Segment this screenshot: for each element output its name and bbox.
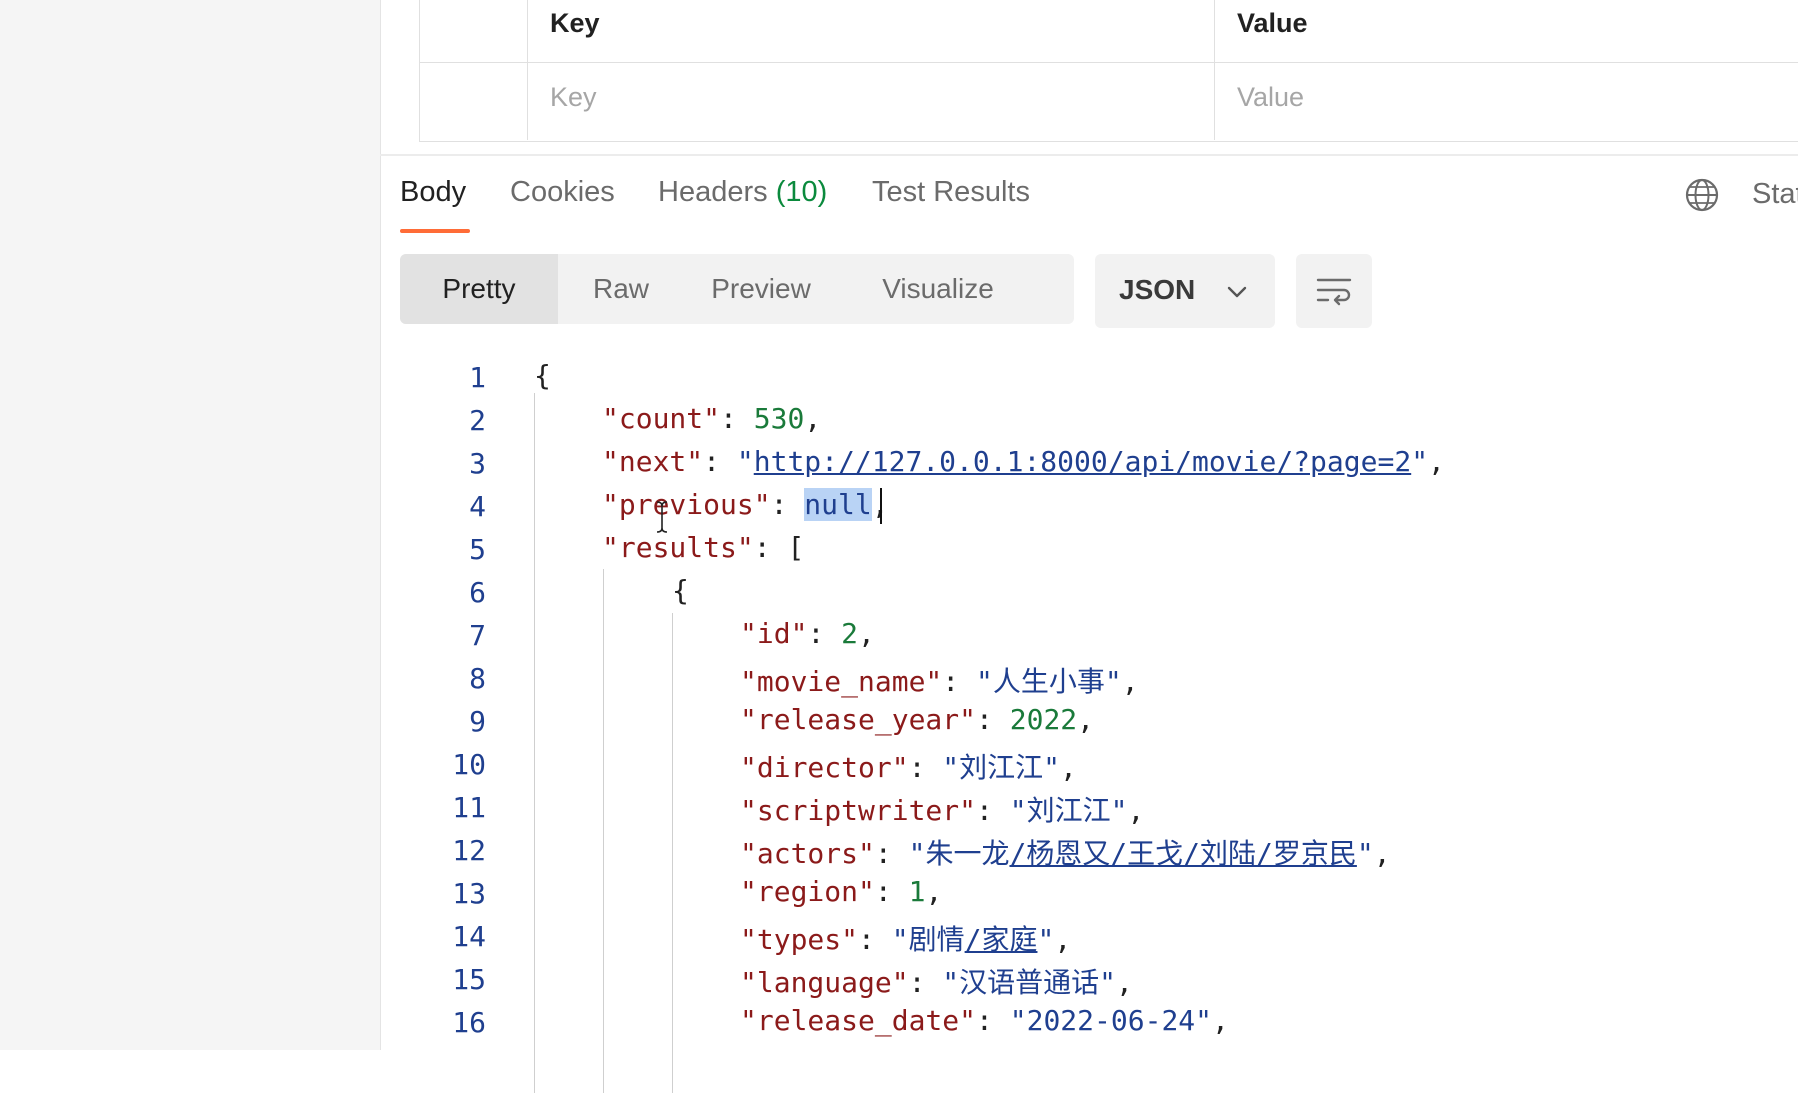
line-number: 15 [452,963,486,996]
code-text: "scriptwriter": "刘江江", [740,794,1145,827]
code-line: 1 { [380,355,1798,398]
line-number: 11 [452,791,486,824]
code-line: 15 "language": "汉语普通话", [380,957,1798,1000]
tab-headers[interactable]: Headers (10) [658,176,827,209]
wrap-lines-button[interactable] [1296,254,1372,328]
wrap-lines-icon [1316,278,1352,306]
value-header-label: Value [1237,8,1308,38]
line-number: 4 [469,490,486,523]
code-line: 3 "next": "http://127.0.0.1:8000/api/mov… [380,441,1798,484]
params-value-column-header: Value [1215,0,1798,62]
code-text: "region": 1, [740,875,943,908]
line-number: 14 [452,920,486,953]
code-text: "previous": null, [602,488,889,521]
code-text: "language": "汉语普通话", [740,966,1133,999]
selected-text: null [804,488,872,521]
left-panel [0,0,381,1050]
line-number: 2 [469,404,486,437]
code-line: 9 "release_year": 2022, [380,699,1798,742]
view-mode-raw[interactable]: Raw [558,254,684,324]
params-input-row: Key Value [420,62,1798,140]
section-divider [380,154,1798,156]
tab-cookies[interactable]: Cookies [510,176,615,209]
line-number: 12 [452,834,486,867]
key-input[interactable]: Key [528,62,1215,140]
value-input-placeholder: Value [1237,82,1305,112]
code-line: 8 "movie_name": "人生小事", [380,656,1798,699]
tab-test-results[interactable]: Test Results [872,176,1030,209]
line-number: 3 [469,447,486,480]
key-header-label: Key [550,8,600,38]
params-key-column-header: Key [528,0,1215,62]
line-number: 16 [452,1006,486,1039]
status-label: Stat [1752,178,1798,210]
line-number: 13 [452,877,486,910]
params-row-checkbox-cell [420,62,528,140]
text-caret [880,488,882,524]
tab-body[interactable]: Body [400,176,466,209]
actors-link[interactable]: /杨恩又/王戈/刘陆/罗京民 [1009,837,1356,870]
text-cursor-icon [656,501,668,533]
view-mode-segmented-control: Pretty Raw Preview Visualize [400,254,1074,324]
code-line: 4 "previous": null, [380,484,1798,527]
code-text: { [672,574,689,607]
tab-headers-label: Headers [658,176,768,208]
code-line: 11 "scriptwriter": "刘江江", [380,785,1798,828]
view-mode-visualize[interactable]: Visualize [838,254,1038,324]
active-tab-indicator [400,229,470,233]
code-line: 12 "actors": "朱一龙/杨恩又/王戈/刘陆/罗京民", [380,828,1798,871]
key-input-placeholder: Key [550,82,597,112]
types-link[interactable]: /家庭 [965,923,1038,956]
line-number: 10 [452,748,486,781]
line-number: 8 [469,662,486,695]
code-text: "count": 530, [602,402,822,435]
line-number: 9 [469,705,486,738]
code-text: { [534,359,551,392]
code-text: "release_date": "2022-06-24", [740,1004,1229,1037]
format-select[interactable]: JSON [1095,254,1275,328]
params-checkbox-column [420,0,528,62]
code-text: "actors": "朱一龙/杨恩又/王戈/刘陆/罗京民", [740,837,1391,870]
params-table: Key Value Key Value [419,0,1798,142]
line-number: 5 [469,533,486,566]
code-line: 16 "release_date": "2022-06-24", [380,1000,1798,1043]
view-mode-pretty[interactable]: Pretty [400,254,558,324]
view-mode-preview[interactable]: Preview [684,254,838,324]
chevron-down-icon [1227,286,1247,298]
format-select-value: JSON [1119,274,1196,305]
line-number: 6 [469,576,486,609]
code-line: 10 "director": "刘江江", [380,742,1798,785]
code-line: 14 "types": "剧情/家庭", [380,914,1798,957]
code-line: 13 "region": 1, [380,871,1798,914]
code-text: "types": "剧情/家庭", [740,923,1072,956]
code-line: 5 "results": [ [380,527,1798,570]
line-number: 7 [469,619,486,652]
globe-icon[interactable] [1684,177,1720,213]
code-line: 6 { [380,570,1798,613]
params-table-header: Key Value [420,0,1798,63]
code-text: "next": "http://127.0.0.1:8000/api/movie… [602,445,1445,478]
value-input[interactable]: Value [1215,62,1798,140]
next-page-link[interactable]: http://127.0.0.1:8000/api/movie/?page=2 [754,445,1411,478]
code-text: "results": [ [602,531,805,564]
line-number: 1 [469,361,486,394]
code-text: "director": "刘江江", [740,751,1077,784]
response-body-code[interactable]: 1 { 2 "count": 530, 3 "next": "http://12… [380,355,1798,1093]
code-text: "movie_name": "人生小事", [740,665,1139,698]
code-line: 2 "count": 530, [380,398,1798,441]
code-line: 7 "id": 2, [380,613,1798,656]
code-text: "release_year": 2022, [740,703,1095,736]
code-text: "id": 2, [740,617,875,650]
headers-count-badge: (10) [775,176,828,208]
